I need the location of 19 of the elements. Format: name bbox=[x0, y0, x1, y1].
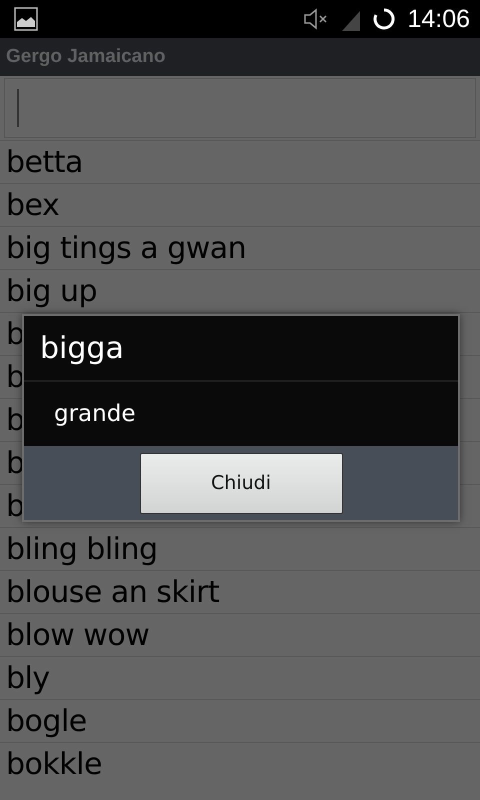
list-item[interactable]: bex bbox=[6, 188, 60, 222]
picture-notification-icon bbox=[14, 7, 38, 31]
text-cursor bbox=[17, 89, 19, 127]
list-item[interactable]: blow wow bbox=[6, 618, 150, 652]
list-item[interactable]: bokkle bbox=[6, 746, 102, 782]
list-item[interactable]: bly bbox=[6, 660, 50, 696]
dialog-message: grande bbox=[54, 401, 136, 427]
list-item[interactable]: blouse an skirt bbox=[6, 574, 220, 610]
list-item[interactable]: big tings a gwan bbox=[6, 230, 246, 266]
list-item[interactable]: betta bbox=[6, 144, 83, 180]
loading-icon bbox=[373, 8, 396, 30]
list-item[interactable]: bling bling bbox=[6, 532, 158, 566]
close-button[interactable]: Chiudi bbox=[140, 452, 342, 514]
list-item[interactable]: bogle bbox=[6, 704, 87, 738]
list-item[interactable]: big up bbox=[6, 274, 98, 308]
clock-time: 14:06 bbox=[407, 4, 470, 34]
app-title: Gergo Jamaicano bbox=[6, 46, 166, 68]
mute-icon bbox=[303, 7, 330, 31]
dialog-title: bigga bbox=[40, 330, 124, 366]
